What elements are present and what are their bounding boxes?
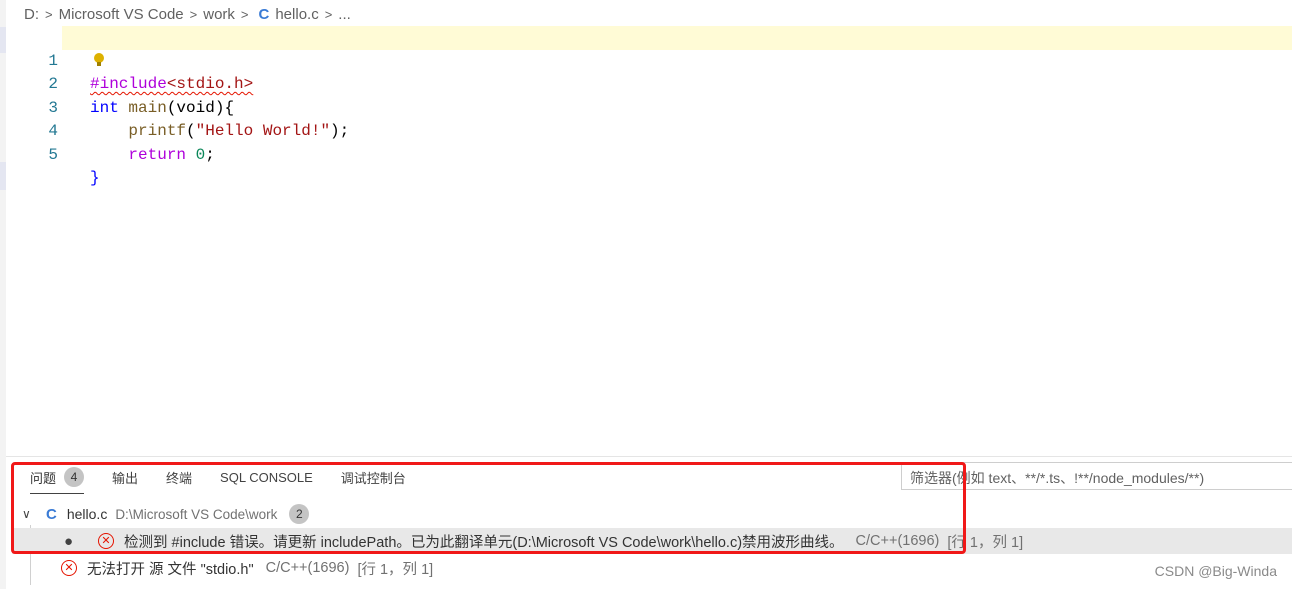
code-line[interactable]: 3 printf("Hello World!"); [0, 73, 1292, 141]
closing-brace: } [90, 169, 100, 187]
chevron-right-icon: > [324, 6, 333, 22]
problem-source: C/C++(1696) [265, 560, 350, 576]
annotation-highlight-box [11, 462, 966, 554]
problem-item[interactable]: ✕ 无法打开 源 文件 "stdio.h" C/C++(1696) [行 1，列… [12, 555, 1292, 581]
chevron-right-icon: > [189, 6, 198, 22]
error-icon: ✕ [61, 560, 77, 576]
code-line[interactable]: 2 int main(void){ [0, 50, 1292, 117]
code-editor[interactable]: 1 #include<stdio.h> 2 int main(void){ 3 … [0, 26, 1292, 456]
watermark: CSDN @Big-Winda [1154, 563, 1277, 579]
lightbulb-icon[interactable] [94, 53, 104, 66]
chevron-right-icon: > [240, 6, 249, 22]
number-literal: 0 [195, 145, 206, 164]
breadcrumb-folder[interactable]: Microsoft VS Code [59, 6, 184, 23]
problem-position: [行 1，列 1] [357, 561, 434, 578]
breadcrumb-folder[interactable]: work [203, 6, 235, 23]
problem-message: 无法打开 源 文件 "stdio.h" [87, 561, 254, 578]
code-line[interactable]: 1 #include<stdio.h> [0, 26, 1292, 94]
code-line[interactable]: 5 } [0, 120, 1292, 188]
line-number: 5 [48, 145, 58, 164]
breadcrumb-symbols[interactable]: ... [338, 6, 351, 23]
breadcrumb-drive[interactable]: D: [24, 6, 39, 23]
semicolon: ; [205, 145, 215, 164]
chevron-right-icon: > [45, 6, 53, 22]
c-file-icon: C [258, 5, 270, 23]
code-line[interactable]: 4 return 0; [0, 97, 1292, 164]
breadcrumb: D: > Microsoft VS Code > work > C hello.… [24, 4, 351, 24]
keyword-return: return [128, 145, 187, 164]
breadcrumb-file[interactable]: hello.c [275, 6, 318, 23]
